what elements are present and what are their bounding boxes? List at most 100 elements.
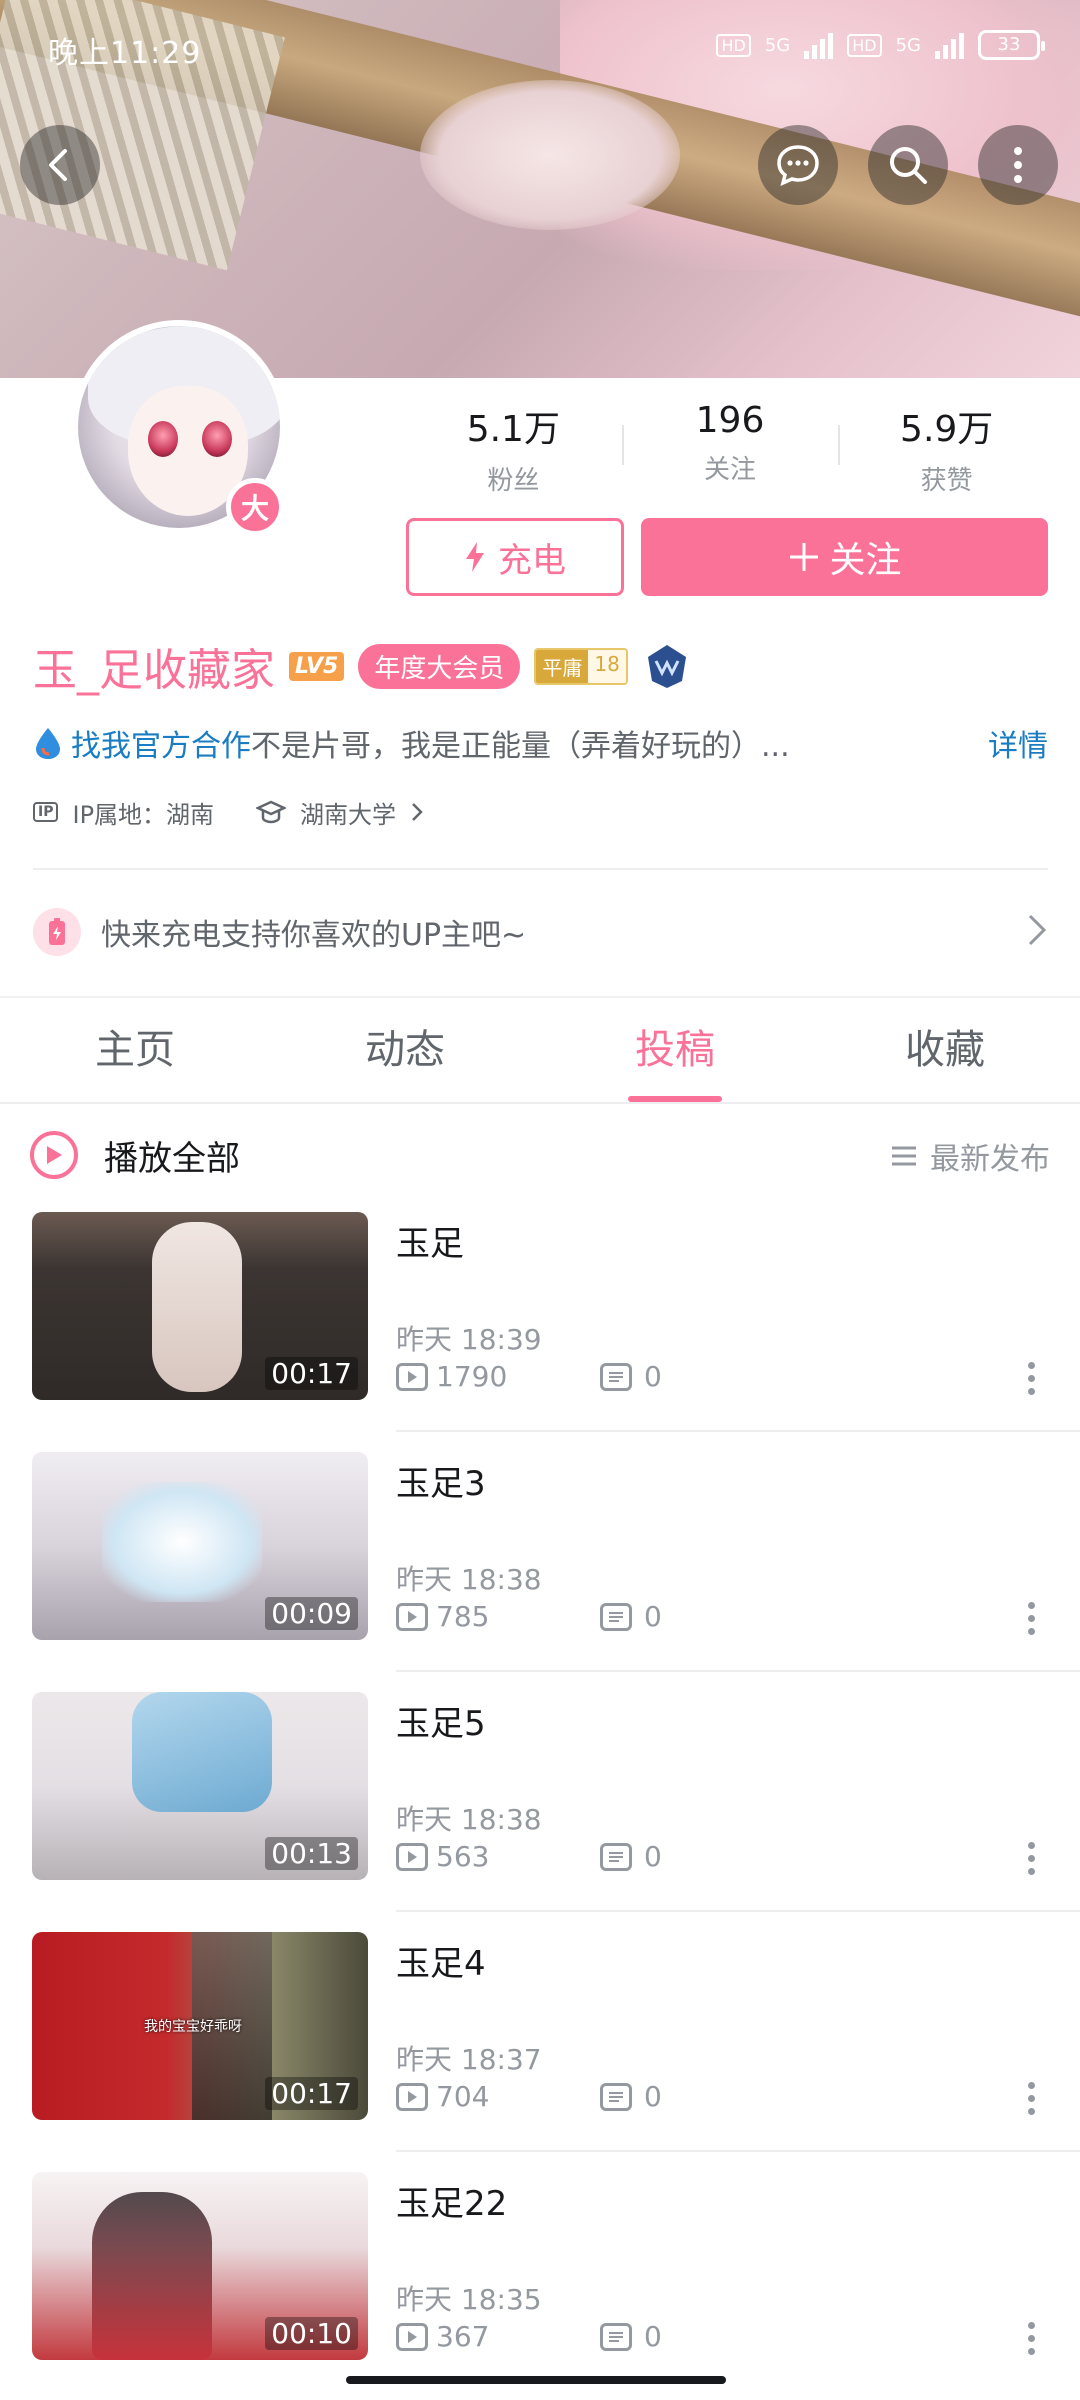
thumb-figure <box>152 1222 242 1392</box>
charge-support-banner[interactable]: 快来充电支持你喜欢的UP主吧~ <box>33 900 1048 964</box>
play-all-icon[interactable] <box>30 1131 78 1179</box>
video-comments: 0 <box>600 1600 662 1633</box>
back-button[interactable] <box>20 125 100 205</box>
rank-badge[interactable]: 平庸 18 <box>534 647 628 685</box>
stat-value: 5.1万 <box>466 409 560 450</box>
tab-favorites[interactable]: 收藏 <box>810 1010 1080 1102</box>
chat-bubble-icon <box>777 145 819 187</box>
video-thumbnail[interactable]: 我的宝宝好乖呀 00:17 <box>32 1932 368 2120</box>
tabs-underline <box>0 1102 1080 1104</box>
video-duration: 00:17 <box>265 1357 358 1390</box>
video-title[interactable]: 玉足5 <box>396 1696 486 1745</box>
bio-text: 不是片哥，我是正能量（弄着好玩的）... <box>251 729 790 764</box>
video-duration: 00:09 <box>265 1597 358 1630</box>
video-item[interactable]: 00:10 玉足22 昨天 18:35 367 0 <box>0 2172 1080 2400</box>
stat-label: 获赞 <box>920 466 973 496</box>
vip-badge[interactable]: 年度大会员 <box>358 643 521 689</box>
sort-button[interactable]: 最新发布 <box>890 1134 1050 1178</box>
play-all-button[interactable]: 播放全部 <box>104 1131 240 1180</box>
divider <box>33 868 1048 870</box>
more-options-button[interactable] <box>1028 2082 1036 2121</box>
video-item[interactable]: 00:17 玉足 昨天 18:39 1790 0 <box>0 1212 1080 1452</box>
search-button[interactable] <box>868 125 948 205</box>
item-separator <box>396 1670 1080 1672</box>
charge-banner-text: 快来充电支持你喜欢的UP主吧~ <box>101 918 527 953</box>
video-thumbnail[interactable]: 00:09 <box>32 1452 368 1640</box>
more-options-button[interactable] <box>1028 1842 1036 1881</box>
play-count: 704 <box>436 2080 490 2113</box>
more-button[interactable] <box>978 125 1058 205</box>
big-member-badge: 大 <box>226 478 284 536</box>
profile-tabs: 主页 动态 投稿 收藏 <box>0 1010 1080 1102</box>
video-thumbnail[interactable]: 00:13 <box>32 1692 368 1880</box>
sort-lines-icon <box>892 1146 916 1166</box>
charge-button[interactable]: 充电 <box>406 518 624 596</box>
stat-following[interactable]: 196 关注 <box>621 400 839 497</box>
item-separator <box>396 2150 1080 2152</box>
chevron-right-icon <box>1028 914 1047 946</box>
comment-count: 0 <box>644 2080 662 2113</box>
home-indicator[interactable] <box>346 2376 726 2384</box>
video-title[interactable]: 玉足4 <box>396 1936 486 1985</box>
item-separator <box>396 1910 1080 1912</box>
chevron-right-icon <box>412 803 423 821</box>
detail-link[interactable]: 详情 <box>988 721 1048 765</box>
stat-label: 关注 <box>704 455 757 485</box>
video-plays: 367 <box>396 2320 489 2353</box>
tab-uploads[interactable]: 投稿 <box>540 1010 810 1102</box>
signal-icon-2 <box>935 31 964 59</box>
banner-hand <box>420 80 680 230</box>
official-cooperation-link[interactable]: 找我官方合作 <box>71 721 251 765</box>
comment-count: 0 <box>644 2320 662 2353</box>
more-options-button[interactable] <box>1028 1362 1036 1401</box>
comment-count: 0 <box>644 1600 662 1633</box>
video-item[interactable]: 00:09 玉足3 昨天 18:38 785 0 <box>0 1452 1080 1692</box>
video-plays: 1790 <box>396 1360 507 1393</box>
more-vertical-icon <box>1014 147 1022 183</box>
video-date: 昨天 18:38 <box>396 1563 542 1596</box>
signal-icon <box>804 31 834 59</box>
comment-count-icon <box>600 2082 632 2111</box>
comment-count-icon <box>600 1842 632 1871</box>
battery-icon: 33 <box>978 30 1045 60</box>
status-right: HD 5G HD 5G 33 <box>716 30 1045 60</box>
comment-count-icon <box>600 1602 632 1631</box>
follow-button[interactable]: 关注 <box>641 518 1048 596</box>
video-item[interactable]: 00:13 玉足5 昨天 18:38 563 0 <box>0 1692 1080 1932</box>
hd-badge: HD <box>716 33 751 57</box>
video-item[interactable]: 我的宝宝好乖呀 00:17 玉足4 昨天 18:37 704 0 <box>0 1932 1080 2172</box>
graduation-cap-icon <box>256 800 287 824</box>
video-comments: 0 <box>600 1360 662 1393</box>
video-title[interactable]: 玉足22 <box>396 2176 507 2225</box>
battery-charge-icon <box>33 908 81 956</box>
video-title[interactable]: 玉足 <box>396 1216 464 1265</box>
video-title[interactable]: 玉足3 <box>396 1456 486 1505</box>
stat-fans[interactable]: 5.1万 粉丝 <box>405 400 622 497</box>
username: 玉_足收藏家 <box>33 645 275 696</box>
play-count: 367 <box>436 2320 490 2353</box>
stat-likes[interactable]: 5.9万 获赞 <box>838 400 1055 497</box>
video-plays: 563 <box>396 1840 489 1873</box>
section-gap <box>0 996 1080 998</box>
video-thumbnail[interactable]: 00:10 <box>32 2172 368 2360</box>
tab-dynamic[interactable]: 动态 <box>270 1010 540 1102</box>
thumb-caption: 我的宝宝好乖呀 <box>144 2019 242 2035</box>
status-bar: 晚上11:29 HD 5G HD 5G 33 <box>0 20 1080 80</box>
video-comments: 0 <box>600 2320 662 2353</box>
more-options-button[interactable] <box>1028 2322 1036 2361</box>
video-thumbnail[interactable]: 00:17 <box>32 1212 368 1400</box>
play-count: 785 <box>436 1600 490 1633</box>
school-link[interactable]: 湖南大学 <box>300 795 396 830</box>
more-options-button[interactable] <box>1028 1602 1036 1641</box>
search-icon <box>890 147 927 184</box>
meta-row: IP IP属地：湖南 湖南大学 <box>33 792 424 832</box>
message-button[interactable] <box>758 125 838 205</box>
play-count: 563 <box>436 1840 490 1873</box>
play-count-icon <box>396 2322 428 2351</box>
video-plays: 704 <box>396 2080 489 2113</box>
avatar-container[interactable]: 大 <box>72 320 286 536</box>
medal-icon[interactable] <box>642 641 692 691</box>
plus-icon <box>790 543 819 571</box>
list-header: 播放全部 最新发布 <box>30 1120 1050 1190</box>
tab-home[interactable]: 主页 <box>0 1010 270 1102</box>
